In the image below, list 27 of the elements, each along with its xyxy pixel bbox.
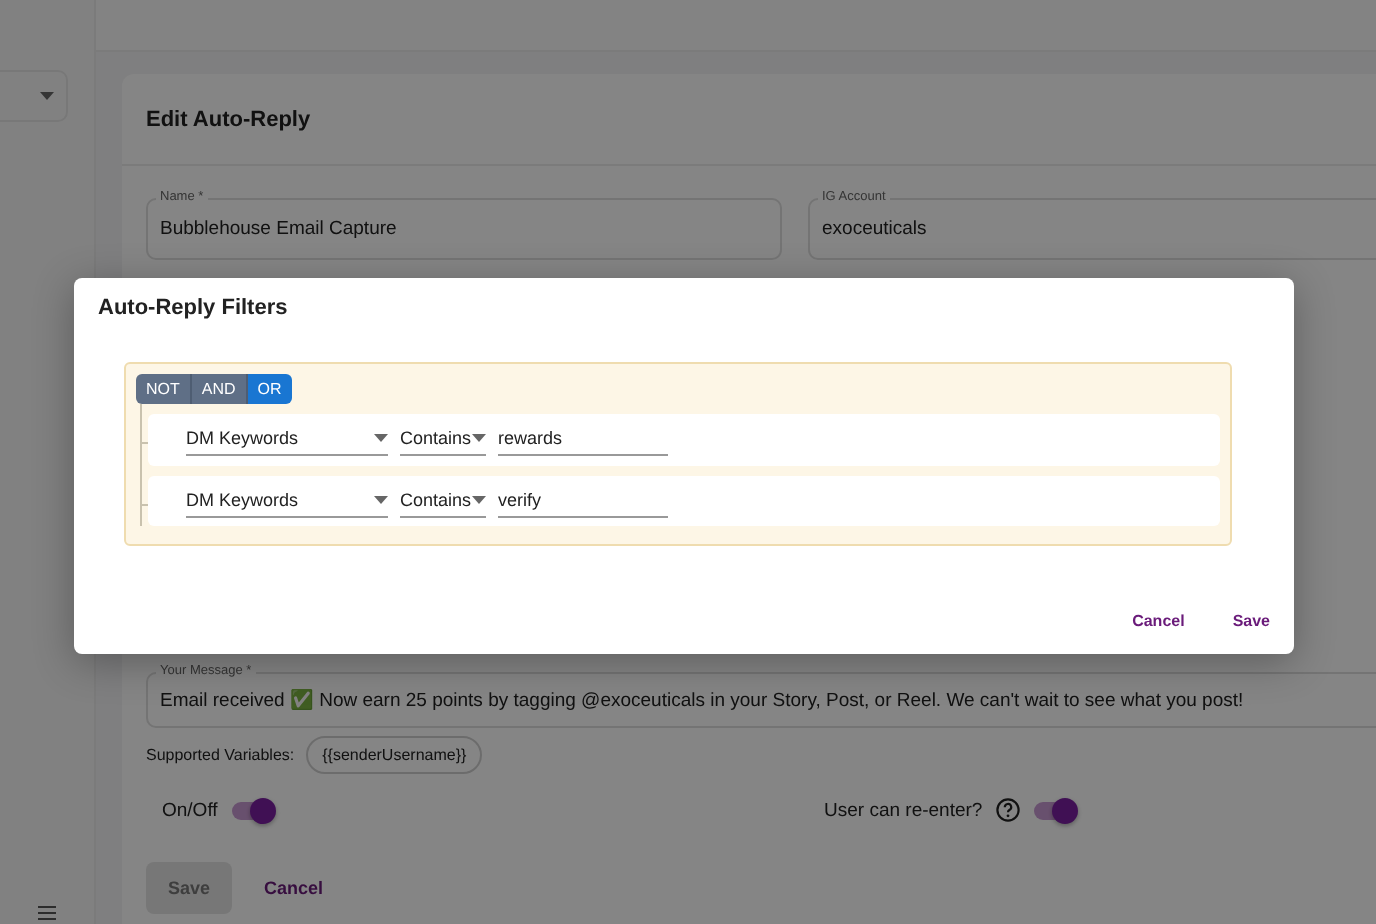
- operator-select[interactable]: Contains: [400, 483, 486, 518]
- operator-toggle[interactable]: NOT: [136, 374, 192, 404]
- toggle-switch[interactable]: [1034, 801, 1075, 819]
- menu-icon[interactable]: [38, 906, 56, 920]
- variables-label: Supported Variables:: [146, 746, 295, 764]
- operator-select[interactable]: Contains: [400, 422, 486, 457]
- dialog-button[interactable]: Save: [1232, 608, 1270, 634]
- value-field[interactable]: verify: [498, 483, 668, 518]
- dialog-title: Auto-Reply Filters: [96, 294, 290, 324]
- field-select[interactable]: DM Keywords: [186, 483, 388, 518]
- dialog-button[interactable]: Cancel: [1132, 608, 1185, 634]
- caret-icon: [39, 92, 53, 100]
- help-icon[interactable]: [996, 798, 1021, 822]
- toggle-label: On/Off: [162, 799, 218, 821]
- variable-chip[interactable]: {{senderUsername}}: [306, 736, 483, 774]
- toggle-label: User can re-enter?: [824, 799, 983, 821]
- operator-toggle[interactable]: AND: [191, 374, 248, 404]
- value-field[interactable]: rewards: [498, 422, 668, 457]
- toggle-switch[interactable]: [231, 801, 272, 819]
- caret-icon: [472, 434, 486, 443]
- operator-toggle[interactable]: OR: [247, 374, 292, 404]
- action-button[interactable]: Cancel: [264, 862, 324, 914]
- caret-icon: [472, 495, 486, 504]
- card-title: Edit Auto-Reply: [122, 74, 1376, 166]
- field-select[interactable]: DM Keywords: [186, 422, 388, 457]
- caret-icon: [374, 434, 388, 443]
- caret-icon: [374, 495, 388, 504]
